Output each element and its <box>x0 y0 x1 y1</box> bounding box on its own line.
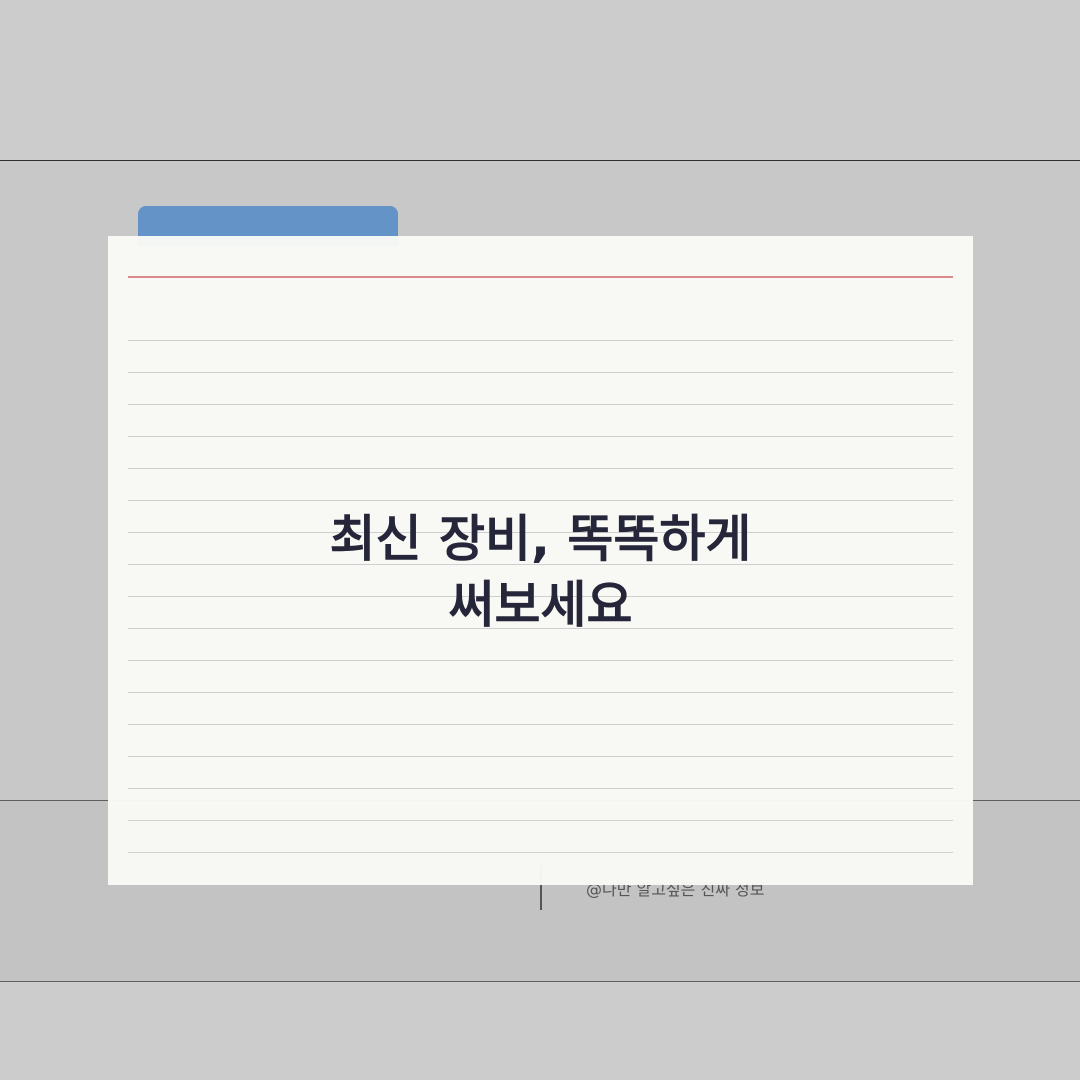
notecard-rule-line <box>128 692 953 693</box>
notecard-rule-line <box>128 788 953 789</box>
notecard-margin-line <box>128 276 953 278</box>
notecard-rule-line <box>128 756 953 757</box>
notecard-rule-line <box>128 500 953 501</box>
background-footer <box>0 982 1080 1080</box>
headline-line-1: 최신 장비, 똑똑하게 <box>329 510 752 568</box>
notecard-rule-line <box>128 372 953 373</box>
background-top <box>0 0 1080 160</box>
notecard: 최신 장비, 똑똑하게 써보세요 <box>108 236 973 885</box>
headline: 최신 장비, 똑똑하게 써보세요 <box>108 506 973 638</box>
notecard-rule-line <box>128 340 953 341</box>
notecard-rule-line <box>128 852 953 853</box>
notecard-rule-line <box>128 436 953 437</box>
headline-line-2: 써보세요 <box>448 576 633 634</box>
notecard-rule-line <box>128 404 953 405</box>
notecard-rule-line <box>128 660 953 661</box>
notecard-rule-line <box>128 468 953 469</box>
notecard-rule-line <box>128 820 953 821</box>
notecard-rule-line <box>128 724 953 725</box>
